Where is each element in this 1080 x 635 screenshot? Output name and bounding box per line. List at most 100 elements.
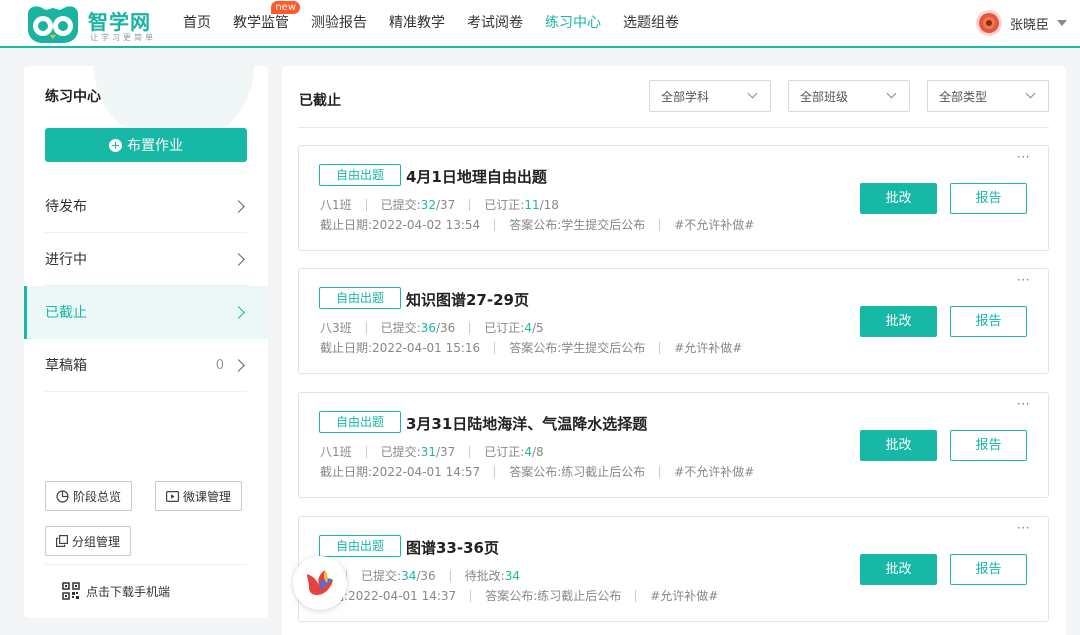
- separator: [494, 341, 496, 354]
- subject-filter-select[interactable]: 全部学科: [649, 80, 771, 112]
- nav-exam-grading[interactable]: 考试阅卷: [456, 0, 534, 46]
- submitted-total: /37: [435, 444, 456, 459]
- nav-practice-center[interactable]: 练习中心: [534, 0, 612, 46]
- class-name: 八1班: [320, 445, 352, 459]
- submitted-label: 已提交:: [361, 569, 402, 583]
- assignment-title[interactable]: 知识图谱27-29页: [406, 289, 529, 310]
- nav-exam-grading-label: 考试阅卷: [467, 15, 523, 31]
- sidebar-item-drafts[interactable]: 草稿箱 0: [45, 339, 247, 392]
- class-filter-select[interactable]: 全部班级: [788, 80, 910, 112]
- divider: [45, 564, 247, 565]
- assistant-float-button[interactable]: [293, 556, 347, 610]
- separator: [469, 198, 471, 211]
- sidebar-item-closed[interactable]: 已截止: [24, 286, 268, 339]
- download-mobile-link[interactable]: 点击下载手机端: [62, 582, 170, 600]
- separator: [635, 589, 637, 602]
- micro-lesson-button[interactable]: 微课管理: [155, 481, 243, 511]
- more-options-icon[interactable]: ···: [1017, 150, 1030, 164]
- assignment-title[interactable]: 3月31日陆地海洋、气温降水选择题: [406, 413, 647, 434]
- grade-button[interactable]: 批改: [860, 554, 937, 585]
- sidebar-title: 练习中心: [45, 89, 101, 105]
- group-management-button[interactable]: 分组管理: [45, 526, 132, 556]
- new-badge: new: [271, 1, 300, 14]
- main-nav: 首页 教学监管 new 测验报告 精准教学 考试阅卷 练习中心 选题组卷: [172, 0, 690, 46]
- sidebar-item-label: 已截止: [45, 305, 87, 321]
- submitted-total: /37: [435, 197, 456, 212]
- assign-homework-button[interactable]: 布置作业: [45, 128, 247, 162]
- grade-button[interactable]: 批改: [860, 430, 937, 461]
- type-filter-value: 全部类型: [939, 89, 988, 104]
- stage-overview-button[interactable]: 阶段总览: [45, 481, 133, 511]
- chevron-right-icon: [232, 305, 245, 319]
- nav-teaching-supervision[interactable]: 教学监管 new: [222, 0, 300, 46]
- download-mobile-label: 点击下载手机端: [86, 584, 171, 599]
- report-button[interactable]: 报告: [950, 430, 1027, 461]
- corrected-total: /5: [531, 320, 544, 335]
- submitted-total: /36: [435, 320, 456, 335]
- report-button[interactable]: 报告: [950, 306, 1027, 337]
- nav-question-builder[interactable]: 选题组卷: [612, 0, 690, 46]
- user-menu[interactable]: 张晓臣: [976, 10, 1068, 36]
- nav-precision-teaching[interactable]: 精准教学: [378, 0, 456, 46]
- assignment-meta: 截止日期:2022-04-02 13:54 答案公布:学生提交后公布 #不允许补…: [320, 216, 754, 233]
- nav-teaching-supervision-label: 教学监管: [233, 15, 289, 31]
- nav-question-builder-label: 选题组卷: [623, 15, 679, 31]
- deadline: 截止日期:2022-04-02 13:54: [320, 218, 481, 232]
- makeup-policy: #允许补做#: [650, 589, 719, 603]
- more-options-icon[interactable]: ···: [1017, 521, 1030, 535]
- sidebar-item-label: 进行中: [45, 252, 87, 268]
- corrected-label: 已订正:: [484, 445, 525, 459]
- assignment-meta: 截止日期:2022-04-01 14:57 答案公布:练习截止后公布 #不允许补…: [320, 463, 754, 480]
- submitted-count: 32: [420, 197, 436, 212]
- report-button[interactable]: 报告: [950, 183, 1027, 214]
- brand-name: 智学网: [88, 10, 151, 34]
- grade-button[interactable]: 批改: [860, 183, 937, 214]
- submitted-label: 已提交:: [380, 445, 421, 459]
- chevron-right-icon: [232, 199, 245, 213]
- subject-filter-value: 全部学科: [661, 89, 710, 104]
- grade-button[interactable]: 批改: [860, 306, 937, 337]
- makeup-policy: #不允许补做#: [674, 218, 755, 232]
- pending-grade-count: 34: [504, 568, 520, 583]
- sidebar-item-label: 草稿箱: [45, 358, 87, 374]
- assignment-stats: 八1班 已提交: 31/37 已订正: 4/8: [320, 443, 544, 460]
- assignment-card: ··· 自由出题 4月1日地理自由出题 八1班 已提交: 32/37 已订正: 11…: [298, 145, 1049, 251]
- separator: [469, 445, 471, 458]
- corrected-label: 已订正:: [484, 198, 525, 212]
- report-button[interactable]: 报告: [950, 554, 1027, 585]
- sidebar-item-in-progress[interactable]: 进行中: [45, 233, 247, 286]
- assignment-meta: 日期:2022-04-01 14:37 答案公布:练习截止后公布 #允许补做#: [320, 587, 718, 604]
- nav-test-report[interactable]: 测验报告: [300, 0, 378, 46]
- submitted-label: 已提交:: [380, 321, 421, 335]
- assignment-type-tag: 自由出题: [319, 164, 401, 186]
- separator: [659, 465, 661, 478]
- assignment-meta: 截止日期:2022-04-01 15:16 答案公布:学生提交后公布 #允许补做…: [320, 339, 742, 356]
- main-panel: 已截止 全部学科 全部班级 全部类型 ··· 自由出题 4月1日地理自由出题 八…: [282, 66, 1066, 635]
- assignment-card: ··· 自由出题 3月31日陆地海洋、气温降水选择题 八1班 已提交: 31/37…: [298, 392, 1049, 498]
- answer-release: 答案公布:练习截止后公布: [485, 589, 622, 603]
- nav-home[interactable]: 首页: [172, 0, 222, 46]
- separator: [469, 321, 471, 334]
- nav-home-label: 首页: [183, 15, 211, 31]
- separator: [365, 445, 367, 458]
- type-filter-select[interactable]: 全部类型: [927, 80, 1049, 112]
- more-options-icon[interactable]: ···: [1017, 273, 1030, 287]
- page-title: 已截止: [299, 93, 341, 109]
- logo[interactable]: 智学网 让学习更简单: [24, 4, 164, 44]
- status-menu: 待发布 进行中 已截止 草稿箱 0: [24, 180, 268, 392]
- deadline: 截止日期:2022-04-01 14:57: [320, 465, 481, 479]
- caret-down-icon: [1057, 20, 1068, 26]
- assignment-title[interactable]: 4月1日地理自由出题: [406, 166, 547, 187]
- draft-count: 0: [215, 357, 224, 373]
- submitted-count: 34: [401, 568, 417, 583]
- separator: [365, 321, 367, 334]
- corrected-total: /18: [539, 197, 559, 212]
- avatar: [976, 10, 1002, 36]
- stage-overview-label: 阶段总览: [73, 489, 122, 504]
- assignment-title[interactable]: 图谱33-36页: [406, 537, 499, 558]
- sidebar-item-pending[interactable]: 待发布: [45, 180, 247, 233]
- more-options-icon[interactable]: ···: [1017, 397, 1030, 411]
- makeup-policy: #允许补做#: [674, 341, 743, 355]
- separator: [470, 589, 472, 602]
- class-name: 八3班: [320, 321, 352, 335]
